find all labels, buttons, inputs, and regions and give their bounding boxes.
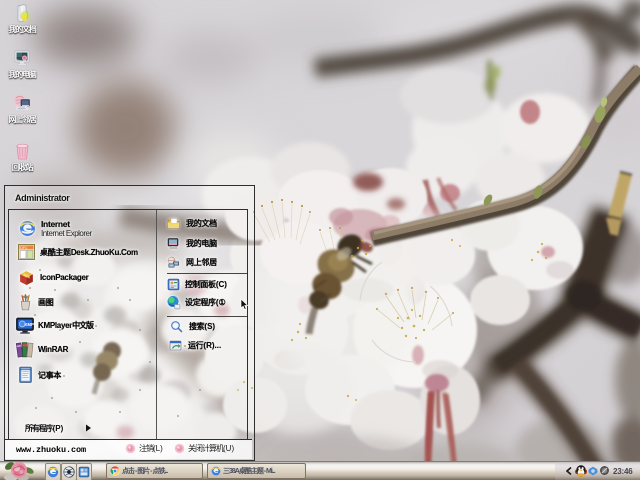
svg-text:DFC: DFC (20, 246, 28, 250)
svg-text:KMP: KMP (24, 322, 34, 327)
